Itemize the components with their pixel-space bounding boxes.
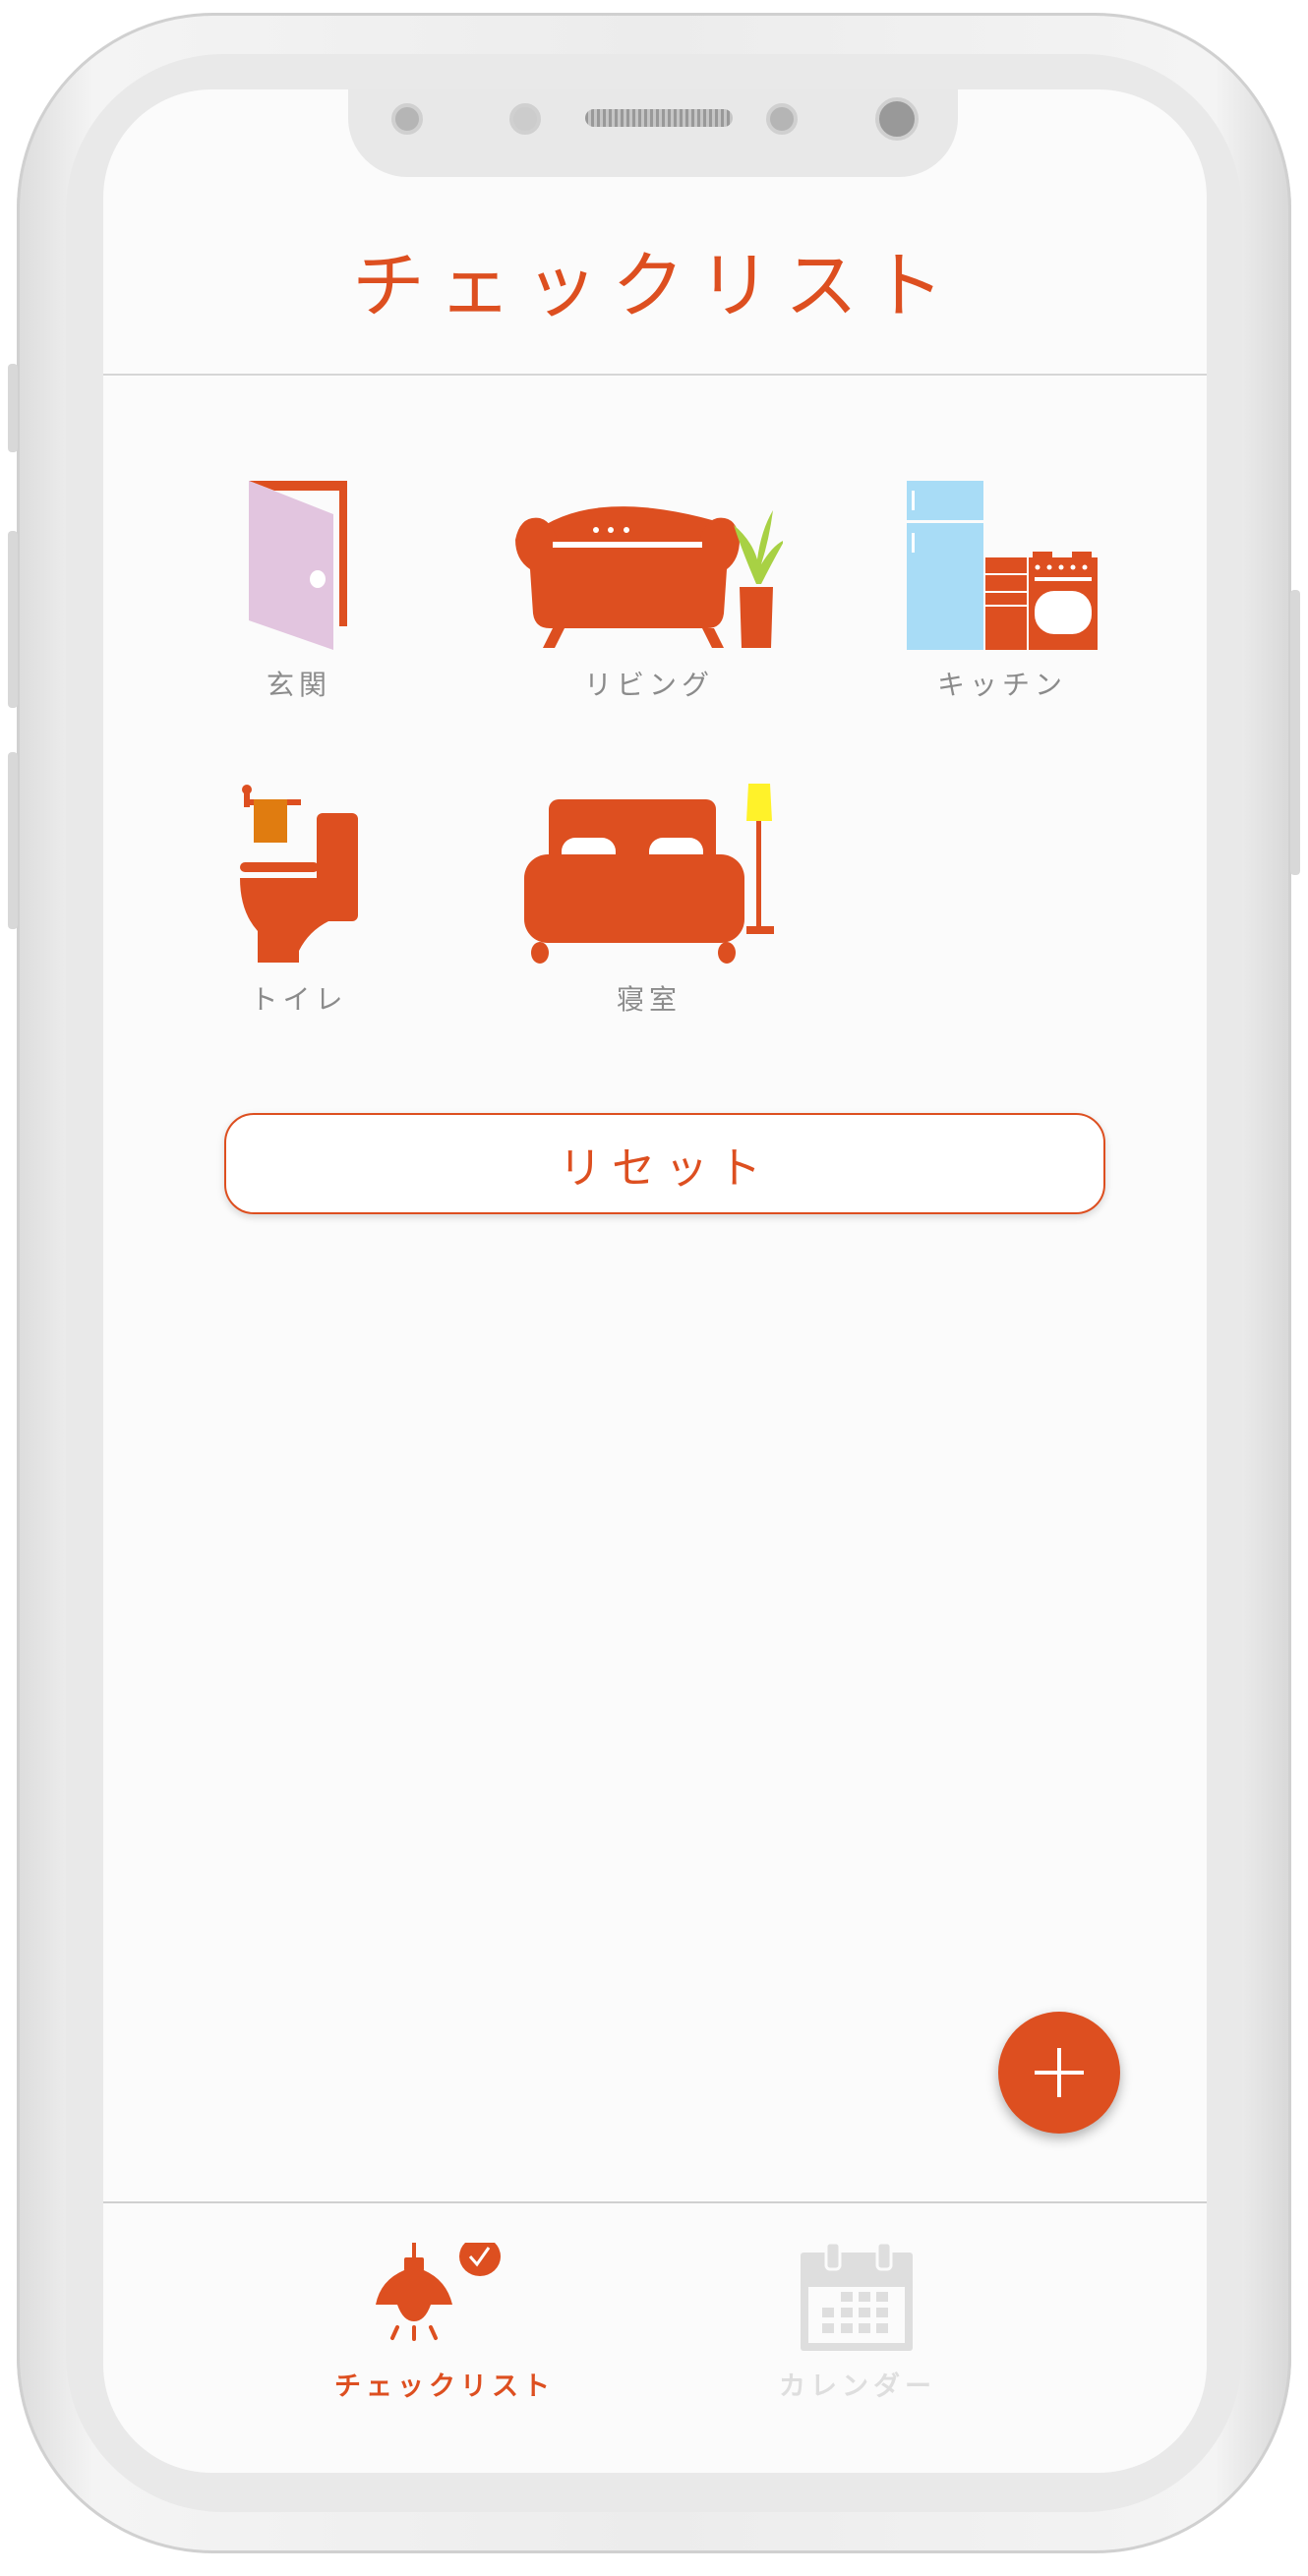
sofa-icon <box>515 506 783 648</box>
room-label: トイレ <box>250 983 348 1016</box>
page-title: チェックリスト <box>352 244 958 328</box>
tab-checklist[interactable]: チェックリスト <box>297 2237 592 2403</box>
room-label: 寝室 <box>616 983 682 1016</box>
app-screen: チェックリスト 玄関 リビング キッチン トイレ 寝室 リセット チェックリスト… <box>103 89 1207 2473</box>
room-living[interactable]: リビング <box>502 481 797 703</box>
power-button <box>1290 590 1300 875</box>
sensor <box>509 103 541 135</box>
lamp-check-icon <box>376 2237 501 2341</box>
header-divider <box>103 374 1207 376</box>
mute-switch <box>8 364 18 452</box>
sensor <box>766 103 798 135</box>
room-bedroom[interactable]: 寝室 <box>502 784 797 1018</box>
speaker <box>585 109 733 127</box>
volume-down-button <box>8 752 18 929</box>
sensor <box>391 103 423 135</box>
add-button[interactable] <box>998 2012 1120 2134</box>
tab-calendar[interactable]: カレンダー <box>710 2241 1005 2403</box>
reset-button[interactable]: リセット <box>224 1113 1105 1214</box>
room-toilet[interactable]: トイレ <box>151 784 446 1018</box>
room-label: キッチン <box>936 669 1067 701</box>
calendar-icon <box>801 2241 913 2351</box>
notch <box>348 89 958 177</box>
room-label: 玄関 <box>266 669 331 701</box>
tab-label: カレンダー <box>779 2371 936 2402</box>
tab-label: チェックリスト <box>334 2371 555 2402</box>
door-icon <box>249 481 347 650</box>
room-kitchen[interactable]: キッチン <box>855 481 1150 703</box>
toilet-icon <box>240 785 358 963</box>
volume-up-button <box>8 531 18 708</box>
room-label: リビング <box>583 669 714 701</box>
kitchen-icon <box>907 481 1098 650</box>
front-camera <box>875 97 919 141</box>
tabbar-divider <box>103 2201 1207 2203</box>
room-entrance[interactable]: 玄関 <box>151 481 446 703</box>
plus-icon <box>1035 2048 1084 2097</box>
bed-icon <box>524 784 774 964</box>
